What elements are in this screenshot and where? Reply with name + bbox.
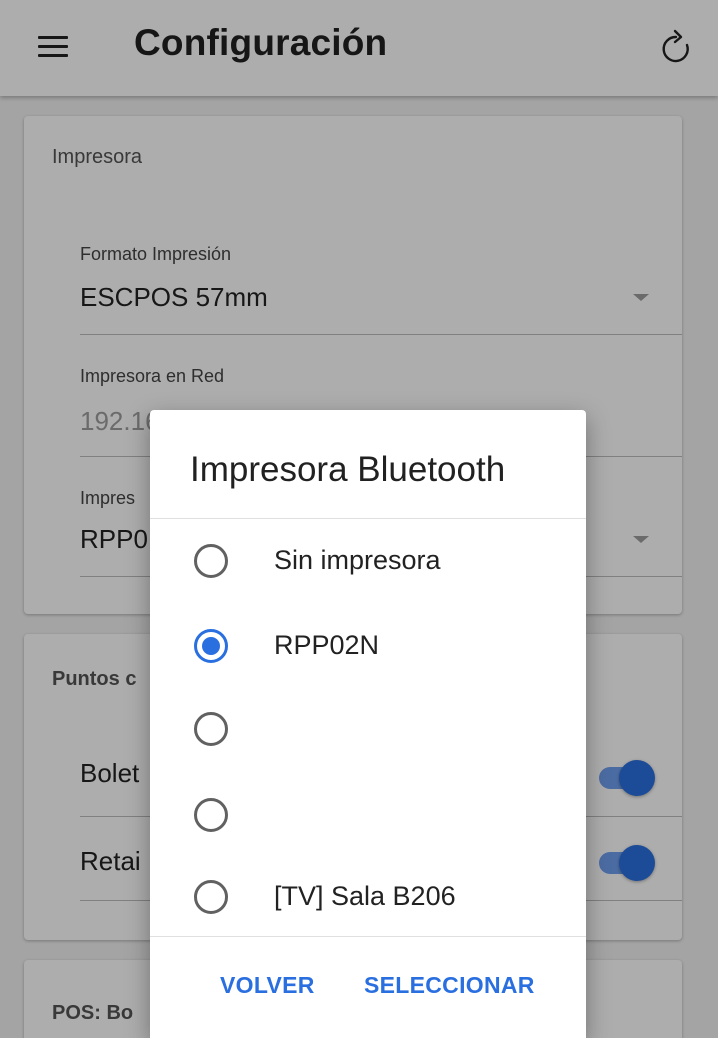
settings-screen: Configuración Impresora Formato Impresió… <box>0 0 718 1038</box>
radio-unchecked-icon[interactable] <box>194 712 228 746</box>
printer-option[interactable]: RPP02N <box>150 605 586 689</box>
back-button[interactable]: VOLVER <box>220 972 315 999</box>
printer-option[interactable] <box>150 688 586 772</box>
printer-option[interactable] <box>150 774 586 858</box>
printer-option-label: RPP02N <box>274 630 380 660</box>
printer-option[interactable]: Sin impresora <box>150 520 586 604</box>
printer-option-label: Sin impresora <box>274 545 441 575</box>
radio-checked-icon[interactable] <box>194 629 228 663</box>
radio-unchecked-icon[interactable] <box>194 880 228 914</box>
select-button[interactable]: SELECCIONAR <box>364 972 535 999</box>
radio-unchecked-icon[interactable] <box>194 798 228 832</box>
dialog-divider <box>150 518 586 519</box>
dialog-title: Impresora Bluetooth <box>190 450 506 489</box>
dialog-divider <box>150 936 586 937</box>
printer-option-label: [TV] Sala B206 <box>274 881 456 911</box>
radio-unchecked-icon[interactable] <box>194 544 228 578</box>
printer-option[interactable]: [TV] Sala B206 <box>150 856 586 940</box>
bluetooth-printer-dialog: Impresora Bluetooth Sin impresora RPP02N… <box>150 410 586 1038</box>
